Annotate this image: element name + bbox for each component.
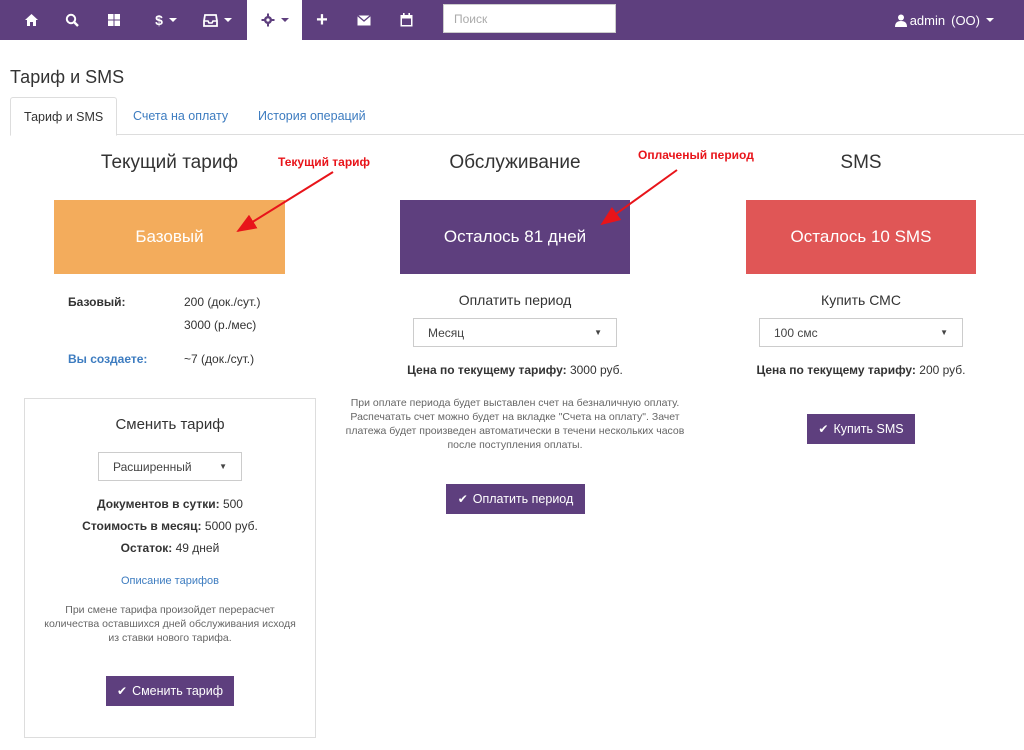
service-arrow bbox=[600, 169, 678, 226]
tariff-arrow bbox=[236, 171, 334, 233]
annotation-arrows bbox=[236, 169, 678, 233]
